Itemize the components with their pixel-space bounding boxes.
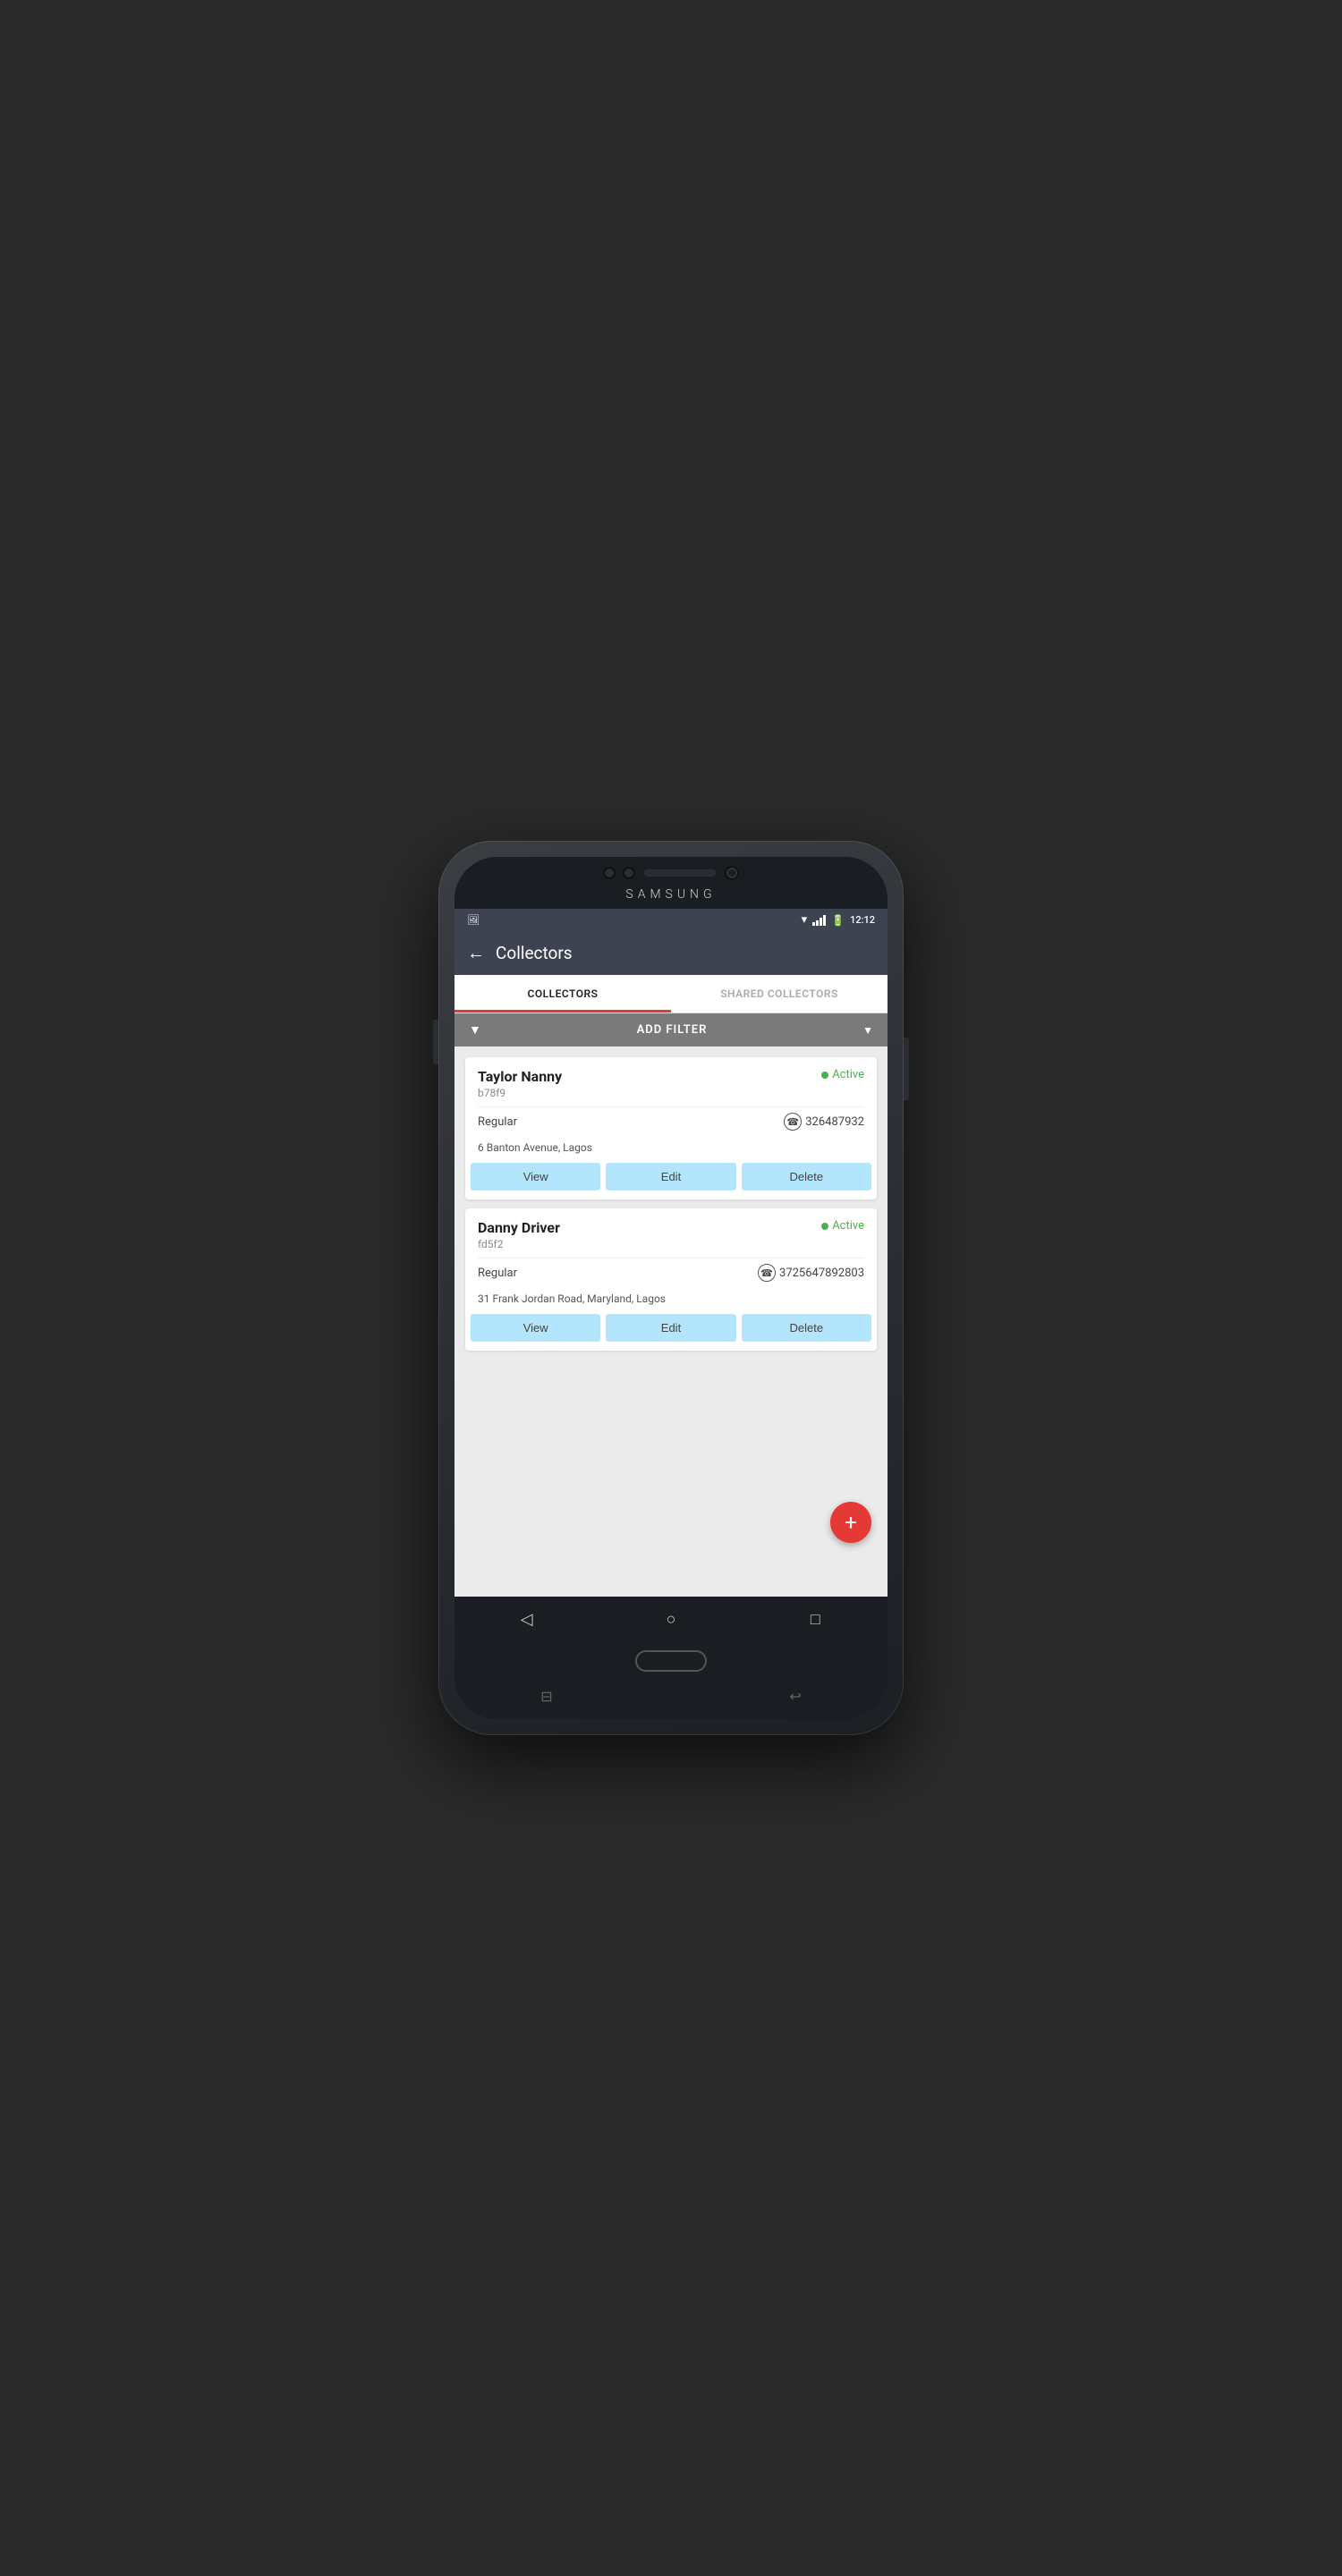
dot-left (605, 869, 614, 877)
collector-id-0: b78f9 (478, 1087, 864, 1099)
collector-phone-0: ☎ 326487932 (784, 1113, 864, 1131)
filter-bar[interactable]: ▼ ADD FILTER ▼ (454, 1013, 888, 1046)
page-title: Collectors (496, 943, 573, 963)
status-label-1: Active (832, 1219, 864, 1233)
home-bar[interactable] (635, 1650, 707, 1672)
phone-top-bar (454, 857, 888, 886)
signal-bar-1 (812, 922, 815, 926)
phone-bottom-extras: ⊟ ↩ (454, 1684, 888, 1719)
filter-label: ADD FILTER (488, 1023, 855, 1037)
card-details-row-1: Regular ☎ 3725647892803 (478, 1258, 864, 1287)
phone-home-bar-area (454, 1641, 888, 1684)
back-button[interactable]: ← (467, 942, 485, 964)
signal-bars (812, 915, 826, 926)
phone-speaker (644, 869, 716, 877)
collector-id-1: fd5f2 (478, 1238, 864, 1250)
card-actions-0: View Edit Delete (465, 1163, 877, 1199)
tabs-container: COLLECTORS SHARED COLLECTORS (454, 975, 888, 1013)
signal-bar-3 (820, 918, 822, 926)
collector-phone-1: ☎ 3725647892803 (758, 1264, 864, 1282)
camera (726, 868, 737, 878)
delete-button-1[interactable]: Delete (742, 1314, 871, 1342)
collector-name-1: Danny Driver (478, 1219, 560, 1236)
collector-name-0: Taylor Nanny (478, 1068, 562, 1085)
status-right: ▾ 🔋 12:12 (802, 913, 875, 927)
content-area: Taylor Nanny Active b78f9 Regular ☎ 3264… (454, 1046, 888, 1597)
status-badge-0: Active (821, 1068, 864, 1081)
recents-nav-button[interactable]: □ (797, 1606, 833, 1632)
app-header: ← Collectors (454, 931, 888, 975)
collector-address-1: 31 Frank Jordan Road, Maryland, Lagos (478, 1287, 864, 1314)
bottom-nav: ◁ ○ □ (454, 1597, 888, 1641)
edit-button-1[interactable]: Edit (606, 1314, 735, 1342)
add-collector-fab[interactable]: + (830, 1502, 871, 1543)
back-nav-button[interactable]: ◁ (509, 1606, 545, 1632)
phone-device: SAMSUNG 🖼 ▾ 🔋 12:12 (438, 841, 904, 1735)
status-bar: 🖼 ▾ 🔋 12:12 (454, 909, 888, 931)
photo-icon: 🖼 (467, 914, 480, 926)
card-actions-1: View Edit Delete (465, 1314, 877, 1351)
home-nav-button[interactable]: ○ (653, 1606, 689, 1632)
delete-button-0[interactable]: Delete (742, 1163, 871, 1191)
status-dot-0 (821, 1072, 828, 1079)
phone-number-1: 3725647892803 (779, 1267, 864, 1280)
phone-icon-1: ☎ (758, 1264, 776, 1282)
status-left: 🖼 (467, 914, 480, 926)
signal-bar-4 (823, 915, 826, 926)
phone-inner: SAMSUNG 🖼 ▾ 🔋 12:12 (454, 857, 888, 1719)
dot-right (624, 869, 633, 877)
collector-type-1: Regular (478, 1267, 517, 1280)
phone-icon-0: ☎ (784, 1113, 802, 1131)
bottom-left-icon: ⊟ (540, 1688, 552, 1705)
edit-button-0[interactable]: Edit (606, 1163, 735, 1191)
signal-bar-2 (816, 920, 819, 926)
status-label-0: Active (832, 1068, 864, 1081)
status-time: 12:12 (850, 914, 875, 926)
phone-number-0: 326487932 (805, 1115, 864, 1129)
status-badge-1: Active (821, 1219, 864, 1233)
collector-card-0: Taylor Nanny Active b78f9 Regular ☎ 3264… (465, 1057, 877, 1199)
battery-icon: 🔋 (831, 914, 845, 927)
card-header-0: Taylor Nanny Active (478, 1068, 864, 1085)
view-button-0[interactable]: View (471, 1163, 600, 1191)
wifi-icon: ▾ (802, 913, 808, 927)
collector-address-0: 6 Banton Avenue, Lagos (478, 1136, 864, 1163)
card-header-1: Danny Driver Active (478, 1219, 864, 1236)
filter-icon: ▼ (469, 1022, 481, 1038)
collector-type-0: Regular (478, 1115, 517, 1129)
tab-collectors[interactable]: COLLECTORS (454, 975, 671, 1013)
tab-shared-collectors[interactable]: SHARED COLLECTORS (671, 975, 888, 1013)
screen: 🖼 ▾ 🔋 12:12 ← Collectors (454, 909, 888, 1641)
samsung-brand: SAMSUNG (454, 886, 888, 909)
card-details-row-0: Regular ☎ 326487932 (478, 1106, 864, 1136)
view-button-1[interactable]: View (471, 1314, 600, 1342)
dropdown-arrow-icon: ▼ (862, 1024, 873, 1037)
collector-card-1: Danny Driver Active fd5f2 Regular ☎ 3725… (465, 1208, 877, 1351)
status-dot-1 (821, 1223, 828, 1230)
bottom-right-icon: ↩ (789, 1688, 801, 1705)
